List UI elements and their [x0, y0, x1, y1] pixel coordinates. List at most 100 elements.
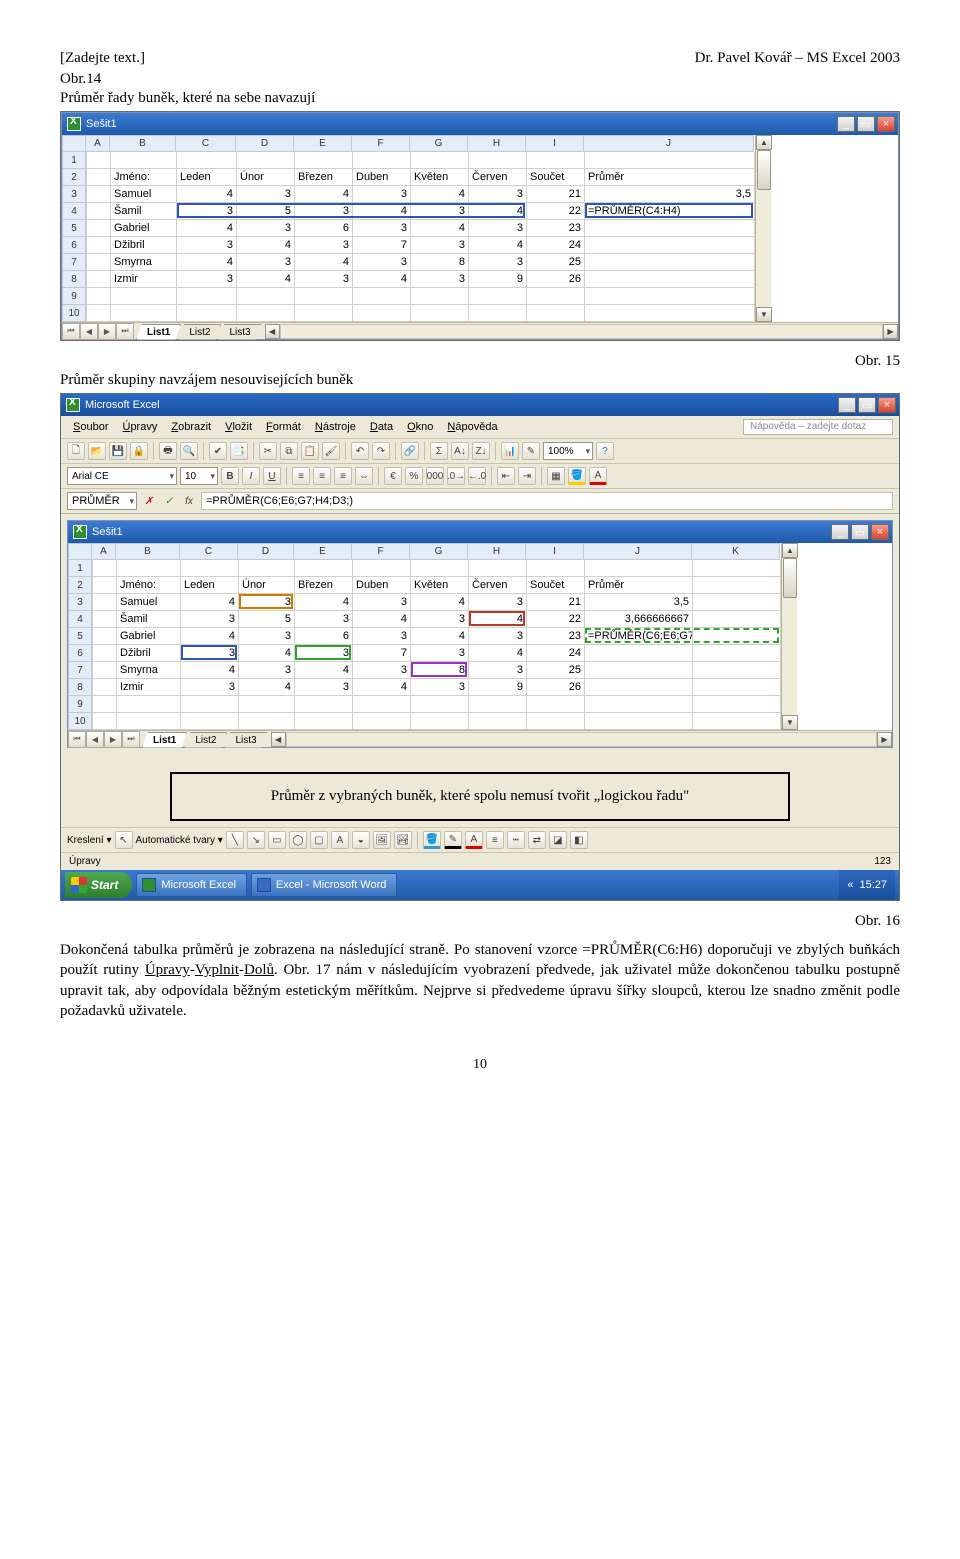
cell[interactable] — [469, 696, 527, 713]
line-color-icon[interactable]: ✎ — [444, 831, 462, 849]
cell[interactable]: Červen — [469, 577, 527, 594]
cut-icon[interactable]: ✂ — [259, 442, 277, 460]
cell[interactable]: 3 — [181, 611, 239, 628]
cell[interactable] — [585, 220, 755, 237]
sheet-tab[interactable]: List1 — [142, 732, 187, 748]
column-header[interactable]: G — [410, 135, 468, 152]
cell[interactable] — [585, 237, 755, 254]
column-header[interactable]: K — [692, 543, 780, 560]
cell[interactable]: 3 — [469, 254, 527, 271]
last-sheet-button[interactable]: ⏭ — [116, 323, 134, 340]
rectangle-icon[interactable]: ▭ — [268, 831, 286, 849]
cell[interactable] — [87, 186, 111, 203]
cell[interactable] — [117, 560, 181, 577]
cell[interactable] — [411, 696, 469, 713]
cell[interactable] — [177, 288, 237, 305]
minimize-button[interactable]: _ — [837, 116, 855, 132]
cell[interactable] — [469, 152, 527, 169]
cell[interactable] — [693, 560, 781, 577]
cell[interactable]: 3 — [469, 594, 527, 611]
open-icon[interactable]: 📂 — [88, 442, 106, 460]
print-preview-icon[interactable]: 🔍 — [180, 442, 198, 460]
column-header[interactable]: J — [584, 135, 754, 152]
chart-wizard-icon[interactable]: 📊 — [501, 442, 519, 460]
decrease-indent-icon[interactable]: ⇤ — [497, 467, 515, 485]
cell[interactable] — [585, 713, 693, 730]
row-header[interactable]: 7 — [68, 662, 92, 679]
align-left-icon[interactable]: ≡ — [292, 467, 310, 485]
cell[interactable]: Izmir — [117, 679, 181, 696]
shadow-icon[interactable]: ◪ — [549, 831, 567, 849]
cell[interactable] — [117, 713, 181, 730]
cell[interactable] — [295, 560, 353, 577]
cell[interactable] — [237, 288, 295, 305]
cell[interactable]: 3 — [411, 203, 469, 220]
cell[interactable] — [693, 696, 781, 713]
cell[interactable]: =PRŮMĚR(C4:H4) — [585, 203, 755, 220]
font-size-combo[interactable]: 10 — [180, 467, 218, 485]
row-header[interactable]: 7 — [62, 254, 86, 271]
cell[interactable] — [469, 560, 527, 577]
diagram-icon[interactable]: ◒ — [352, 831, 370, 849]
scroll-right-icon[interactable]: ▶ — [877, 732, 892, 747]
increase-indent-icon[interactable]: ⇥ — [518, 467, 536, 485]
scroll-right-icon[interactable]: ▶ — [883, 324, 898, 339]
cell[interactable] — [87, 254, 111, 271]
sheet-tab[interactable]: List1 — [136, 324, 181, 340]
copy-icon[interactable]: ⧉ — [280, 442, 298, 460]
close-button[interactable]: × — [871, 524, 889, 540]
undo-icon[interactable]: ↶ — [351, 442, 369, 460]
cell[interactable]: 25 — [527, 662, 585, 679]
paste-icon[interactable]: 📋 — [301, 442, 319, 460]
cell[interactable]: 9 — [469, 679, 527, 696]
close-button[interactable]: × — [878, 397, 896, 413]
cell[interactable]: Květen — [411, 169, 469, 186]
menu-item[interactable]: Data — [364, 419, 399, 435]
cell[interactable]: Součet — [527, 577, 585, 594]
percent-icon[interactable]: % — [405, 467, 423, 485]
cell[interactable]: Jméno: — [111, 169, 177, 186]
scroll-up-icon[interactable]: ▲ — [782, 543, 798, 558]
maximize-button[interactable]: ▭ — [858, 397, 876, 413]
cell[interactable]: 3 — [239, 594, 295, 611]
cell[interactable]: Šamil — [111, 203, 177, 220]
cell[interactable] — [117, 696, 181, 713]
cell[interactable] — [239, 713, 295, 730]
cell[interactable]: 3,5 — [585, 594, 693, 611]
row-header[interactable]: 4 — [62, 203, 86, 220]
cell[interactable] — [353, 288, 411, 305]
cell[interactable] — [693, 662, 781, 679]
cell[interactable]: 7 — [353, 237, 411, 254]
cell[interactable]: 3 — [353, 186, 411, 203]
cell[interactable]: 4 — [237, 271, 295, 288]
minimize-button[interactable]: _ — [838, 397, 856, 413]
row-header[interactable]: 6 — [62, 237, 86, 254]
cell[interactable] — [93, 628, 117, 645]
close-button[interactable]: × — [877, 116, 895, 132]
cell[interactable]: 25 — [527, 254, 585, 271]
cell[interactable] — [411, 152, 469, 169]
italic-icon[interactable]: I — [242, 467, 260, 485]
column-header[interactable]: B — [116, 543, 180, 560]
cell[interactable]: 4 — [411, 186, 469, 203]
cell[interactable]: 24 — [527, 237, 585, 254]
cell[interactable]: 3 — [469, 662, 527, 679]
cell[interactable]: Průměr — [585, 577, 693, 594]
cell[interactable]: 22 — [527, 611, 585, 628]
column-header[interactable]: A — [92, 543, 116, 560]
vertical-scrollbar[interactable]: ▲ ▼ — [781, 543, 797, 730]
cell[interactable]: Průměr — [585, 169, 755, 186]
cell[interactable] — [411, 713, 469, 730]
arrow-style-icon[interactable]: ⇄ — [528, 831, 546, 849]
cell[interactable]: 3 — [353, 220, 411, 237]
column-header[interactable]: J — [584, 543, 692, 560]
scroll-left-icon[interactable]: ◀ — [265, 324, 280, 339]
cell[interactable] — [87, 169, 111, 186]
cell[interactable]: 3 — [411, 237, 469, 254]
increase-decimal-icon[interactable]: .0→ — [447, 467, 465, 485]
cell[interactable]: 4 — [177, 254, 237, 271]
clipart-icon[interactable]: 🖼 — [373, 831, 391, 849]
cell[interactable]: Duben — [353, 577, 411, 594]
row-header[interactable]: 6 — [68, 645, 92, 662]
cell[interactable] — [87, 203, 111, 220]
